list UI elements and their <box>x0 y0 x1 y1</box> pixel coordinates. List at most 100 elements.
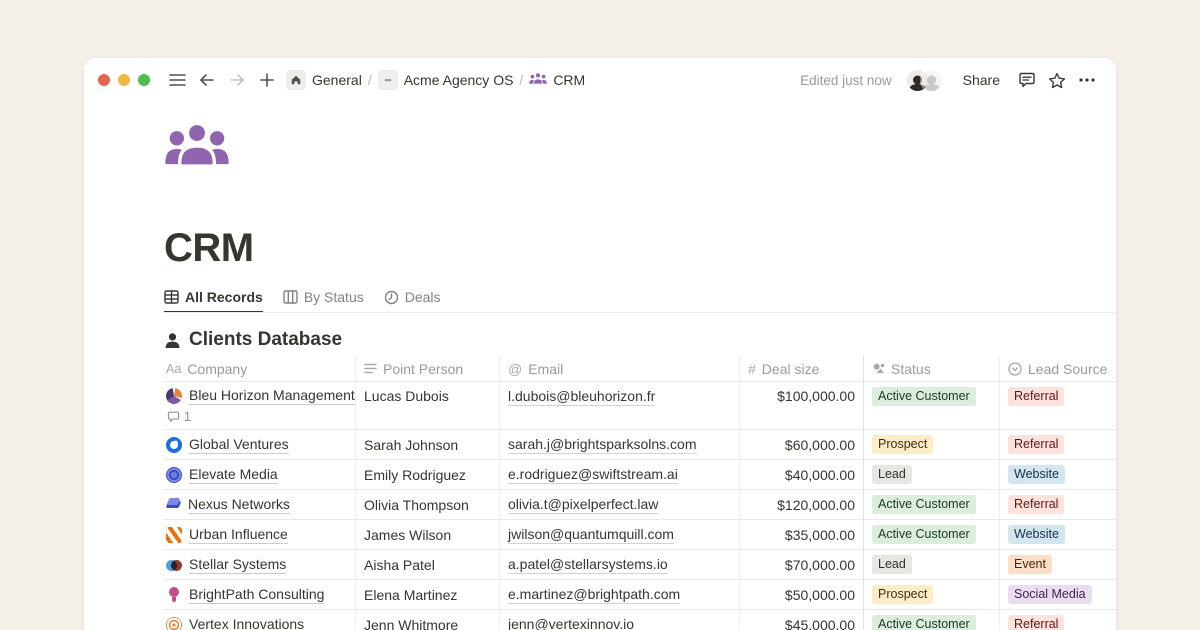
deal-size-cell[interactable]: $35,000.00 <box>740 520 864 549</box>
home-icon[interactable] <box>286 70 306 90</box>
status-cell[interactable]: Active Customer <box>864 520 1000 549</box>
status-cell[interactable]: Active Customer <box>864 490 1000 519</box>
email-link[interactable]: sarah.j@brightsparksolns.com <box>508 436 697 454</box>
status-cell[interactable]: Active Customer <box>864 382 1000 429</box>
status-cell[interactable]: Lead <box>864 460 1000 489</box>
lead-source-cell[interactable]: Referral <box>1000 610 1116 630</box>
back-icon[interactable] <box>196 69 218 91</box>
company-cell[interactable]: Vertex Innovations <box>164 610 356 630</box>
company-page-link[interactable]: Vertex Innovations <box>189 616 304 630</box>
status-cell[interactable]: Active Customer <box>864 610 1000 630</box>
breadcrumb-item-crm[interactable]: CRM <box>553 72 585 88</box>
tab-deals[interactable]: Deals <box>384 289 441 312</box>
table-row[interactable]: Vertex Innovations Jenn Whitmore jenn@ve… <box>164 610 1116 630</box>
column-header-deal-size[interactable]: # Deal size <box>740 356 864 381</box>
company-cell[interactable]: Elevate Media <box>164 460 356 489</box>
deal-size-cell[interactable]: $60,000.00 <box>740 430 864 459</box>
company-page-link[interactable]: Nexus Networks <box>188 496 290 514</box>
table-row[interactable]: Stellar Systems Aisha Patel a.patel@stel… <box>164 550 1116 580</box>
page-icon-people-group[interactable] <box>164 122 230 168</box>
lead-source-cell[interactable]: Social Media <box>1000 580 1116 609</box>
lead-source-cell[interactable]: Website <box>1000 520 1116 549</box>
point-person-cell[interactable]: James Wilson <box>356 520 500 549</box>
column-header-lead-source[interactable]: Lead Source <box>1000 356 1116 381</box>
status-cell[interactable]: Lead <box>864 550 1000 579</box>
more-options-icon[interactable] <box>1076 69 1098 91</box>
close-window-button[interactable] <box>98 74 110 86</box>
deal-size-cell[interactable]: $100,000.00 <box>740 382 864 429</box>
company-cell[interactable]: Bleu Horizon Management 1 <box>164 382 356 429</box>
breadcrumb-item-workspace[interactable]: Acme Agency OS <box>404 72 514 88</box>
deal-size-cell[interactable]: $120,000.00 <box>740 490 864 519</box>
company-page-link[interactable]: Global Ventures <box>189 436 289 454</box>
table-row[interactable]: Bleu Horizon Management 1 Lucas Dubois l… <box>164 382 1116 430</box>
email-link[interactable]: olivia.t@pixelperfect.law <box>508 496 658 514</box>
email-link[interactable]: jwilson@quantumquill.com <box>508 526 674 544</box>
deal-size-cell[interactable]: $45,000.00 <box>740 610 864 630</box>
deal-size-value: $40,000.00 <box>785 467 855 483</box>
email-cell[interactable]: jwilson@quantumquill.com <box>500 520 740 549</box>
email-cell[interactable]: a.patel@stellarsystems.io <box>500 550 740 579</box>
collaborator-avatars[interactable] <box>906 69 943 92</box>
table-row[interactable]: Nexus Networks Olivia Thompson olivia.t@… <box>164 490 1116 520</box>
email-cell[interactable]: sarah.j@brightsparksolns.com <box>500 430 740 459</box>
forward-icon[interactable] <box>226 69 248 91</box>
point-person-cell[interactable]: Olivia Thompson <box>356 490 500 519</box>
company-page-link[interactable]: Elevate Media <box>189 466 278 484</box>
share-button[interactable]: Share <box>963 72 1000 88</box>
company-page-link[interactable]: BrightPath Consulting <box>189 586 324 604</box>
email-cell[interactable]: jenn@vertexinnov.io <box>500 610 740 630</box>
point-person-cell[interactable]: Lucas Dubois <box>356 382 500 429</box>
table-row[interactable]: Global Ventures Sarah Johnson sarah.j@br… <box>164 430 1116 460</box>
email-cell[interactable]: e.martinez@brightpath.com <box>500 580 740 609</box>
email-cell[interactable]: l.dubois@bleuhorizon.fr <box>500 382 740 429</box>
minimize-window-button[interactable] <box>118 74 130 86</box>
email-link[interactable]: e.rodriguez@swiftstream.ai <box>508 466 678 484</box>
tab-by-status[interactable]: By Status <box>283 289 364 312</box>
table-row[interactable]: Elevate Media Emily Rodriguez e.rodrigue… <box>164 460 1116 490</box>
comments-icon[interactable] <box>1016 69 1038 91</box>
table-row[interactable]: BrightPath Consulting Elena Martinez e.m… <box>164 580 1116 610</box>
tab-all-records[interactable]: All Records <box>164 289 263 312</box>
favorite-star-icon[interactable] <box>1046 69 1068 91</box>
lead-source-cell[interactable]: Event <box>1000 550 1116 579</box>
column-header-status[interactable]: Status <box>864 356 1000 381</box>
sidebar-toggle-icon[interactable] <box>166 69 188 91</box>
company-cell[interactable]: BrightPath Consulting <box>164 580 356 609</box>
lead-source-cell[interactable]: Referral <box>1000 490 1116 519</box>
company-page-link[interactable]: Bleu Horizon Management <box>189 387 355 405</box>
zoom-window-button[interactable] <box>138 74 150 86</box>
lead-source-cell[interactable]: Referral <box>1000 382 1116 429</box>
email-link[interactable]: jenn@vertexinnov.io <box>508 616 634 630</box>
company-cell[interactable]: Nexus Networks <box>164 490 356 519</box>
table-row[interactable]: Urban Influence James Wilson jwilson@qua… <box>164 520 1116 550</box>
point-person-cell[interactable]: Aisha Patel <box>356 550 500 579</box>
column-header-company[interactable]: Aa Company <box>164 356 356 381</box>
column-header-email[interactable]: @ Email <box>500 356 740 381</box>
email-link[interactable]: l.dubois@bleuhorizon.fr <box>508 388 655 406</box>
company-cell[interactable]: Global Ventures <box>164 430 356 459</box>
deal-size-cell[interactable]: $70,000.00 <box>740 550 864 579</box>
lead-source-cell[interactable]: Website <box>1000 460 1116 489</box>
company-cell[interactable]: Stellar Systems <box>164 550 356 579</box>
point-person-cell[interactable]: Sarah Johnson <box>356 430 500 459</box>
company-cell[interactable]: Urban Influence <box>164 520 356 549</box>
status-cell[interactable]: Prospect <box>864 430 1000 459</box>
comment-count[interactable]: 1 <box>166 410 191 424</box>
deal-size-cell[interactable]: $50,000.00 <box>740 580 864 609</box>
breadcrumb-item-general[interactable]: General <box>312 72 362 88</box>
column-header-point-person[interactable]: Point Person <box>356 356 500 381</box>
lead-source-cell[interactable]: Referral <box>1000 430 1116 459</box>
company-page-link[interactable]: Urban Influence <box>189 526 288 544</box>
new-page-icon[interactable] <box>256 69 278 91</box>
company-page-link[interactable]: Stellar Systems <box>189 556 286 574</box>
deal-size-cell[interactable]: $40,000.00 <box>740 460 864 489</box>
email-link[interactable]: e.martinez@brightpath.com <box>508 586 680 604</box>
email-cell[interactable]: e.rodriguez@swiftstream.ai <box>500 460 740 489</box>
email-link[interactable]: a.patel@stellarsystems.io <box>508 556 668 574</box>
point-person-cell[interactable]: Elena Martinez <box>356 580 500 609</box>
email-cell[interactable]: olivia.t@pixelperfect.law <box>500 490 740 519</box>
point-person-cell[interactable]: Emily Rodriguez <box>356 460 500 489</box>
point-person-cell[interactable]: Jenn Whitmore <box>356 610 500 630</box>
status-cell[interactable]: Prospect <box>864 580 1000 609</box>
